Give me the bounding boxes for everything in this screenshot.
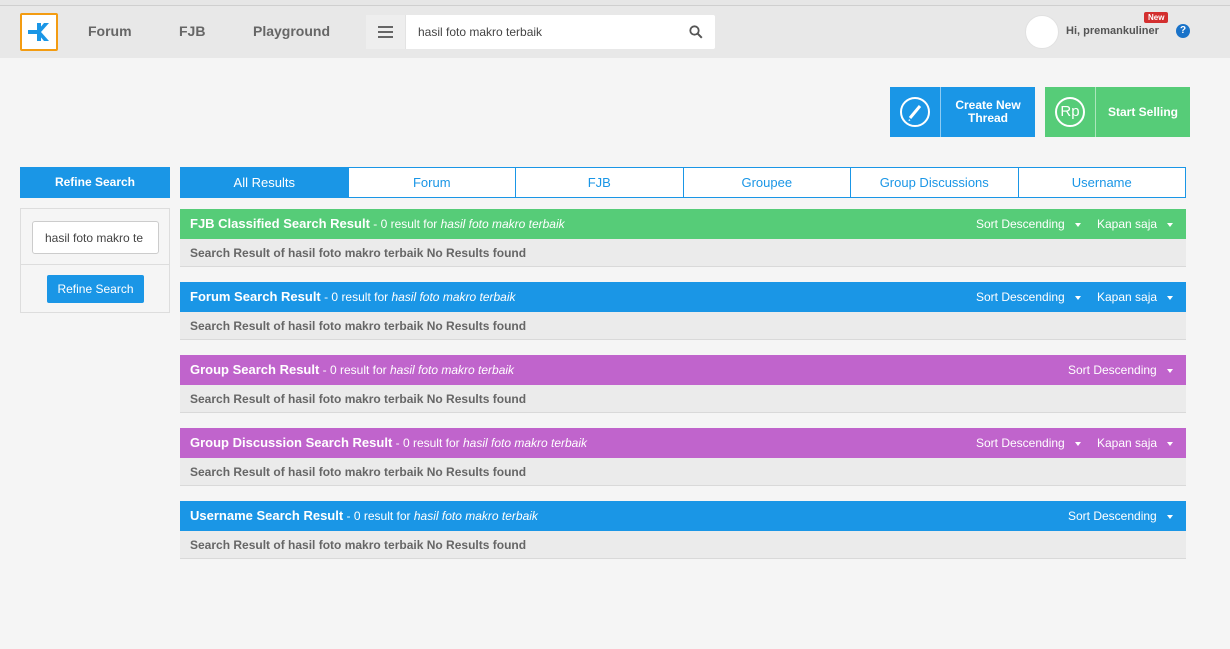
section-title: Group Search Result - 0 result for hasil…	[190, 362, 515, 377]
section-body: Search Result of hasil foto makro terbai…	[180, 312, 1186, 340]
group-result-section: Group Search Result - 0 result for hasil…	[180, 355, 1186, 413]
sort-dropdown[interactable]: Sort Descending	[976, 436, 1081, 450]
refine-search-input[interactable]: hasil foto makro te	[32, 221, 159, 254]
section-header: Username Search Result - 0 result for ha…	[180, 501, 1186, 531]
tab-username[interactable]: Username	[1017, 168, 1186, 197]
fjb-result-section: FJB Classified Search Result - 0 result …	[180, 209, 1186, 267]
search-bar: hasil foto makro terbaik	[366, 15, 715, 49]
new-badge: New	[1144, 12, 1169, 23]
refine-search-panel: hasil foto makro te Refine Search	[20, 208, 170, 313]
chevron-down-icon	[1167, 441, 1174, 446]
search-icon[interactable]	[689, 25, 703, 39]
refine-search-title: Refine Search	[20, 167, 170, 198]
group-discussion-result-section: Group Discussion Search Result - 0 resul…	[180, 428, 1186, 486]
time-dropdown[interactable]: Kapan saja	[1097, 217, 1174, 231]
section-header: Group Discussion Search Result - 0 resul…	[180, 428, 1186, 458]
sort-dropdown[interactable]: Sort Descending	[976, 290, 1081, 304]
create-thread-button[interactable]: Create New Thread	[890, 87, 1035, 137]
chevron-down-icon	[1166, 368, 1173, 373]
start-selling-label: Start Selling	[1107, 104, 1178, 119]
section-title: Group Discussion Search Result - 0 resul…	[190, 435, 588, 450]
section-body: Search Result of hasil foto makro terbai…	[180, 531, 1186, 559]
user-greeting[interactable]: Hi, premankuliner	[1066, 25, 1159, 37]
section-body: Search Result of hasil foto makro terbai…	[180, 458, 1186, 486]
tab-group-discussions[interactable]: Group Discussions	[850, 168, 1018, 197]
section-title: FJB Classified Search Result - 0 result …	[190, 216, 565, 231]
username-result-section: Username Search Result - 0 result for ha…	[180, 501, 1186, 559]
nav-forum[interactable]: Forum	[88, 23, 132, 39]
result-tabs: All Results Forum FJB Groupee Group Disc…	[180, 167, 1186, 198]
nav-playground[interactable]: Playground	[253, 23, 330, 39]
section-header: FJB Classified Search Result - 0 result …	[180, 209, 1186, 239]
sort-dropdown[interactable]: Sort Descending	[976, 217, 1081, 231]
tab-fjb[interactable]: FJB	[515, 168, 683, 197]
chevron-down-icon	[1167, 295, 1174, 300]
menu-icon[interactable]	[366, 15, 406, 49]
divider	[21, 264, 169, 265]
chevron-down-icon	[1074, 222, 1081, 227]
top-header: Forum FJB Playground hasil foto makro te…	[0, 6, 1230, 58]
help-icon[interactable]: ?	[1176, 24, 1190, 38]
rupiah-icon: Rp	[1045, 87, 1096, 137]
avatar[interactable]	[1025, 15, 1059, 49]
chevron-down-icon	[1166, 514, 1173, 519]
create-thread-label: Create New Thread	[955, 98, 1021, 125]
section-title: Username Search Result - 0 result for ha…	[190, 508, 538, 523]
sort-dropdown[interactable]: Sort Descending	[1068, 363, 1173, 377]
time-dropdown[interactable]: Kapan saja	[1097, 290, 1174, 304]
chevron-down-icon	[1167, 222, 1174, 227]
tab-groupee[interactable]: Groupee	[682, 168, 851, 197]
pencil-icon	[890, 87, 941, 137]
sort-dropdown[interactable]: Sort Descending	[1068, 509, 1173, 523]
start-selling-button[interactable]: Rp Start Selling	[1045, 87, 1190, 137]
section-body: Search Result of hasil foto makro terbai…	[180, 385, 1186, 413]
section-header: Group Search Result - 0 result for hasil…	[180, 355, 1186, 385]
chevron-down-icon	[1074, 441, 1081, 446]
chevron-down-icon	[1074, 295, 1081, 300]
section-title: Forum Search Result - 0 result for hasil…	[190, 289, 516, 304]
section-body: Search Result of hasil foto makro terbai…	[180, 239, 1186, 267]
section-header: Forum Search Result - 0 result for hasil…	[180, 282, 1186, 312]
tab-forum[interactable]: Forum	[347, 168, 516, 197]
refine-search-button[interactable]: Refine Search	[47, 275, 144, 303]
k-logo-icon	[28, 23, 49, 41]
time-dropdown[interactable]: Kapan saja	[1097, 436, 1174, 450]
forum-result-section: Forum Search Result - 0 result for hasil…	[180, 282, 1186, 340]
tab-all-results[interactable]: All Results	[181, 168, 348, 197]
nav-fjb[interactable]: FJB	[179, 23, 205, 39]
kaskus-logo[interactable]	[20, 13, 58, 51]
search-input[interactable]: hasil foto makro terbaik	[418, 25, 542, 39]
